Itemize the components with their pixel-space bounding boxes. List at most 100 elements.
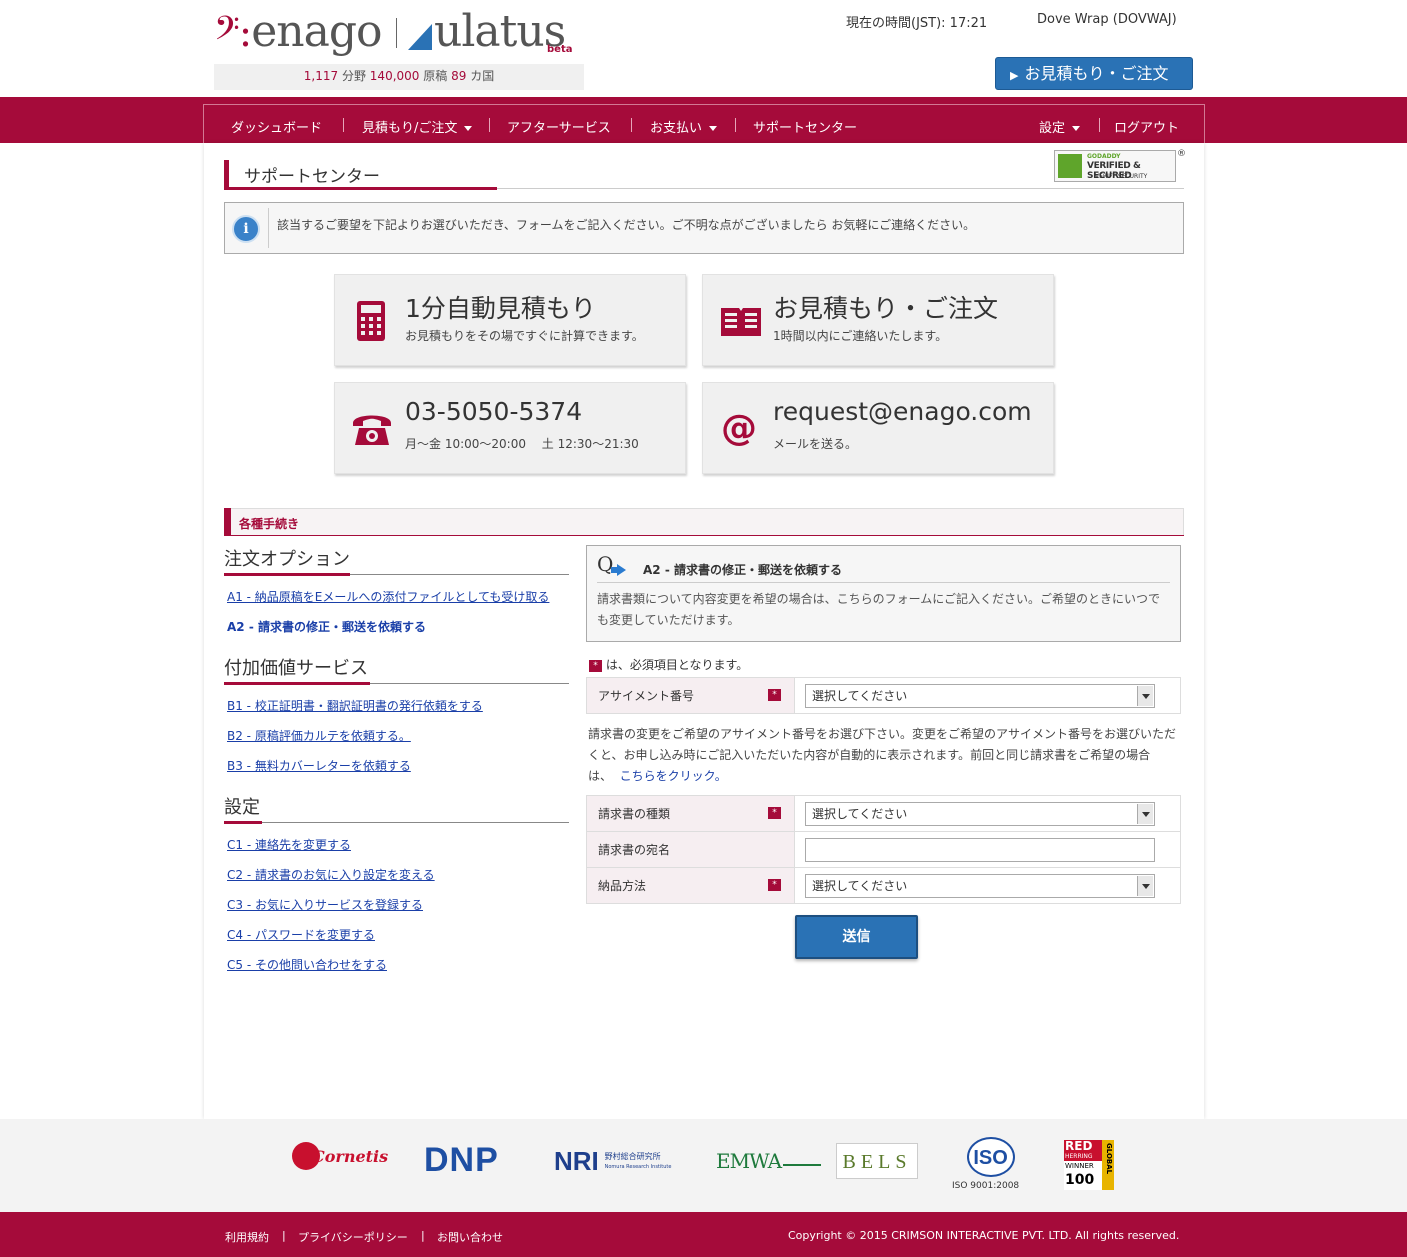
dropdown-arrow-icon [1137, 875, 1153, 896]
submit-button[interactable]: 送信 [795, 915, 918, 959]
logo-mark: 𝄢: [214, 10, 252, 56]
link-c5[interactable]: C5 - その他問い合わせをする [227, 956, 387, 973]
nav-after-service[interactable]: アフターサービス [507, 117, 611, 136]
user-name[interactable]: Dove Wrap (DOVWAJ) [1037, 12, 1177, 27]
link-b1[interactable]: B1 - 校正証明書・翻訳証明書の発行依頼をする [227, 697, 483, 714]
stats-manuscripts-unit: 原稿 [423, 69, 448, 83]
nav-payment[interactable]: お支払い [650, 117, 718, 136]
nav-separator [489, 118, 490, 132]
group-underline [224, 682, 370, 685]
card-auto-quote[interactable]: 1分自動見積もり お見積もりをその場ですぐに計算できます。 [334, 274, 686, 366]
nav-support-center[interactable]: サポートセンター [753, 117, 857, 136]
global-text: GLOBAL [1105, 1143, 1113, 1175]
nri-subtitle: 野村総合研究所 Nomura Research Institute [605, 1152, 672, 1172]
beta-label: beta [547, 44, 573, 55]
dnp-logo: DNP [424, 1141, 499, 1179]
link-c3[interactable]: C3 - お気に入りサービスを登録する [227, 896, 423, 913]
hundred-text: 100 [1065, 1172, 1095, 1188]
card-title: 1分自動見積もり [405, 294, 596, 323]
logo-divider [396, 18, 397, 48]
stats-countries-count: 89 [451, 69, 467, 83]
form-row: 請求書の宛名 [586, 831, 1181, 868]
group-underline [224, 573, 350, 576]
card-title: request@enago.com [773, 397, 1032, 426]
assignment-label: アサイメント番号 [598, 689, 695, 703]
winner-text: WINNER [1065, 1162, 1094, 1170]
invoice-to-label: 請求書の宛名 [598, 843, 671, 857]
invoice-type-select-value: 選択してください [812, 806, 908, 821]
required-mark-icon: * [768, 689, 781, 701]
footer-terms-link[interactable]: 利用規約 [225, 1229, 269, 1245]
nav-quote-order-label: 見積もり/ご注文 [362, 121, 458, 136]
red-herring-logo: RED HERRING WINNER 100 GLOBAL [1064, 1140, 1114, 1190]
invoice-to-input[interactable] [805, 837, 1155, 862]
main-nav: ダッシュボード 見積もり/ご注文 アフターサービス お支払い サポートセンター … [203, 104, 1205, 143]
bels-text: BELS [842, 1151, 912, 1173]
required-note: * は、必須項目となります。 [589, 656, 748, 673]
herring-text: HERRING [1064, 1153, 1102, 1161]
link-c4[interactable]: C4 - パスワードを変更する [227, 926, 375, 943]
link-c1[interactable]: C1 - 連絡先を変更する [227, 836, 351, 853]
title-underline [224, 187, 497, 190]
logo-enago-text: enago [251, 6, 382, 57]
header-underline [224, 535, 1184, 536]
nav-logout[interactable]: ログアウト [1114, 117, 1179, 136]
assignment-select[interactable]: 選択してください [805, 683, 1155, 708]
form-row: 請求書の種類 * 選択してください [586, 795, 1181, 832]
link-a1[interactable]: A1 - 納品原稿をEメールへの添付ファイルとしても受け取る [227, 588, 549, 605]
footer-contact-link[interactable]: お問い合わせ [437, 1229, 503, 1245]
invoice-type-field-cell: 選択してください [794, 795, 1181, 832]
partner-logos: Cornetis DNP NRI 野村総合研究所 Nomura Research … [0, 1119, 1407, 1212]
invoice-type-select[interactable]: 選択してください [805, 801, 1155, 826]
assignment-table: アサイメント番号 * 選択してください [586, 677, 1181, 714]
card-title: 03-5050-5374 [405, 397, 583, 426]
enago-logo[interactable]: 𝄢:enago [214, 6, 382, 57]
procedures-header: 各種手続き [224, 508, 1184, 536]
registered-mark: ® [1177, 149, 1186, 159]
iso-caption: ISO 9001:2008 [952, 1181, 1020, 1191]
link-b3[interactable]: B3 - 無料カバーレターを依頼する [227, 757, 411, 774]
title-accent [224, 160, 229, 188]
nri-text: NRI [554, 1146, 599, 1176]
quote-order-button[interactable]: ▶ お見積もり・ご注文 [995, 57, 1193, 90]
required-mark-icon: * [768, 879, 781, 891]
arrow-right-icon: ▶ [1010, 69, 1019, 82]
card-quote-order[interactable]: お見積もり・ご注文 1時間以内にご連絡いたします。 [702, 274, 1054, 366]
link-c2[interactable]: C2 - 請求書のお気に入り設定を変える [227, 866, 435, 883]
cornetis-logo: Cornetis [292, 1142, 388, 1170]
link-a2[interactable]: A2 - 請求書の修正・郵送を依頼する [227, 618, 426, 635]
procedures-header-text: 各種手続き [239, 517, 300, 531]
form-row: 納品方法 * 選択してください [586, 867, 1181, 904]
nav-dashboard[interactable]: ダッシュボード [231, 117, 322, 136]
arrow-right-icon [617, 564, 626, 576]
header-accent [224, 508, 231, 536]
bels-logo: BELS [836, 1143, 918, 1179]
delivery-select[interactable]: 選択してください [805, 873, 1155, 898]
at-icon: @ [721, 408, 757, 449]
invoice-type-label-cell: 請求書の種類 * [586, 795, 795, 832]
form-row: アサイメント番号 * 選択してください [586, 677, 1181, 714]
copyright: Copyright © 2015 CRIMSON INTERACTIVE PVT… [788, 1229, 1180, 1242]
link-b2[interactable]: B2 - 原稿評価カルテを依頼する。 [227, 727, 411, 744]
question-box: Q A2 - 請求書の修正・郵送を依頼する 請求書類について内容変更を希望の場合… [586, 545, 1181, 642]
footer: 利用規約 | プライバシーポリシー | お問い合わせ Copyright © 2… [0, 1212, 1407, 1257]
card-phone[interactable]: 03-5050-5374 月～金 10:00～20:00 土 12:30～21:… [334, 382, 686, 474]
ulatus-logo[interactable]: ulatus [408, 6, 566, 57]
info-divider [268, 208, 269, 248]
godaddy-seal[interactable]: GODADDY VERIFIED & SECURED VERIFY SECURI… [1054, 150, 1176, 182]
nav-quote-order[interactable]: 見積もり/ご注文 [362, 117, 473, 136]
group-title-value-added: 付加価値サービス [224, 658, 368, 679]
page-title: サポートセンター [224, 160, 1184, 190]
group-title-settings: 設定 [224, 797, 260, 818]
click-here-link[interactable]: こちらをクリック。 [620, 769, 727, 783]
card-subtitle: メールを送る。 [773, 437, 858, 451]
nav-settings[interactable]: 設定 [1039, 117, 1081, 136]
nav-settings-label: 設定 [1039, 121, 1066, 136]
footer-separator: | [282, 1229, 286, 1242]
footer-privacy-link[interactable]: プライバシーポリシー [298, 1229, 408, 1245]
required-note-text: は、必須項目となります。 [605, 658, 749, 672]
card-email[interactable]: @ request@enago.com メールを送る。 [702, 382, 1054, 474]
dropdown-arrow-icon [1137, 803, 1153, 824]
card-subtitle: 月～金 10:00～20:00 土 12:30～21:30 [405, 437, 639, 451]
assignment-label-cell: アサイメント番号 * [586, 677, 795, 714]
